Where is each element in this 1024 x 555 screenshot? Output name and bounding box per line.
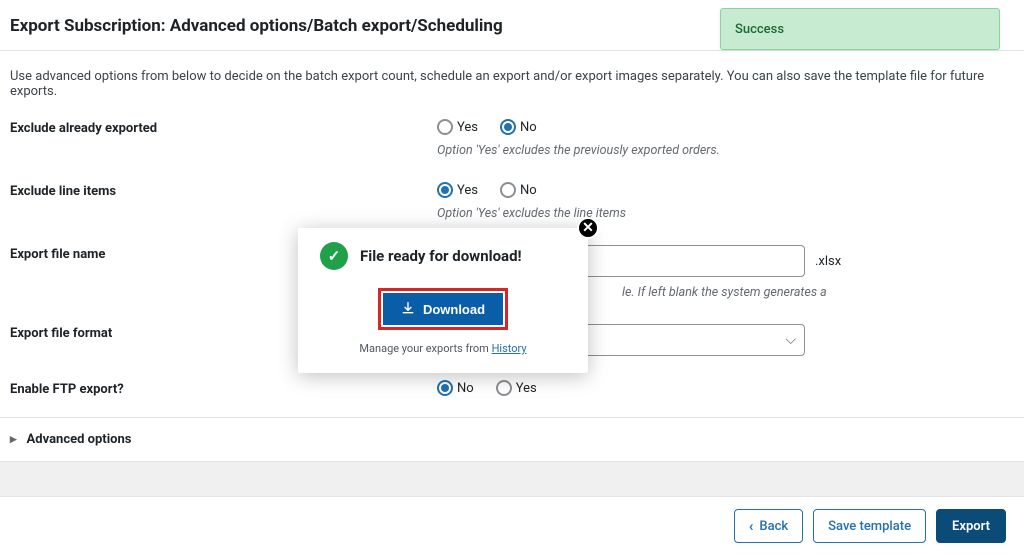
toast-text: Success bbox=[735, 22, 784, 37]
label-exclude-line-items: Exclude line items bbox=[10, 182, 437, 199]
save-label: Save template bbox=[828, 519, 911, 534]
intro-text: Use advanced options from below to decid… bbox=[0, 51, 1024, 99]
radio-icon bbox=[496, 380, 512, 396]
field-exclude-line-items: Exclude line items Yes No Option 'Yes' e… bbox=[10, 168, 1014, 231]
radio-ftp-no[interactable]: No bbox=[437, 380, 474, 396]
radio-icon bbox=[437, 182, 453, 198]
radio-exclude-exported-yes[interactable]: Yes bbox=[437, 119, 478, 135]
check-circle-icon: ✓ bbox=[320, 242, 348, 270]
radio-exclude-exported-no[interactable]: No bbox=[500, 119, 537, 135]
page-title: Export Subscription: Advanced options/Ba… bbox=[10, 16, 503, 36]
radio-icon bbox=[500, 182, 516, 198]
history-link[interactable]: History bbox=[492, 342, 527, 355]
radio-exclude-line-yes[interactable]: Yes bbox=[437, 182, 478, 198]
download-icon bbox=[401, 301, 415, 318]
chevron-down-icon: ⌵ bbox=[785, 332, 796, 348]
modal-title: File ready for download! bbox=[360, 247, 522, 265]
download-button[interactable]: Download bbox=[383, 293, 503, 325]
back-label: Back bbox=[759, 519, 788, 534]
radio-label: No bbox=[457, 381, 474, 396]
export-label: Export bbox=[952, 519, 990, 534]
manage-prefix: Manage your exports from bbox=[359, 342, 491, 355]
filename-ext: .xlsx bbox=[815, 254, 841, 269]
advanced-options-label: Advanced options bbox=[27, 432, 132, 447]
radio-label: Yes bbox=[457, 120, 478, 135]
success-toast: Success bbox=[720, 8, 1000, 50]
radio-label: Yes bbox=[516, 381, 537, 396]
radio-label: No bbox=[520, 120, 537, 135]
radio-exclude-line-no[interactable]: No bbox=[500, 182, 537, 198]
modal-footer-text: Manage your exports from History bbox=[320, 342, 566, 355]
chevron-left-icon: ‹ bbox=[749, 517, 754, 535]
label-exclude-exported: Exclude already exported bbox=[10, 119, 437, 136]
help-exclude-exported: Option 'Yes' excludes the previously exp… bbox=[437, 143, 1014, 158]
radio-icon bbox=[500, 119, 516, 135]
save-template-button[interactable]: Save template bbox=[813, 509, 926, 543]
download-label: Download bbox=[423, 302, 485, 317]
radio-icon bbox=[437, 380, 453, 396]
help-exclude-line-items: Option 'Yes' excludes the line items bbox=[437, 206, 1014, 221]
label-ftp: Enable FTP export? bbox=[10, 380, 437, 397]
field-exclude-exported: Exclude already exported Yes No Option '… bbox=[10, 105, 1014, 168]
close-button[interactable]: ✕ bbox=[577, 217, 599, 239]
close-icon: ✕ bbox=[582, 220, 594, 236]
download-highlight: Download bbox=[378, 288, 508, 330]
footer-bar: ‹ Back Save template Export bbox=[0, 496, 1024, 555]
radio-label: Yes bbox=[457, 183, 478, 198]
advanced-options-toggle[interactable]: ▸ Advanced options bbox=[0, 417, 1024, 462]
radio-icon bbox=[437, 119, 453, 135]
radio-label: No bbox=[520, 183, 537, 198]
back-button[interactable]: ‹ Back bbox=[734, 509, 803, 543]
export-button[interactable]: Export bbox=[936, 509, 1006, 543]
download-modal: ✕ ✓ File ready for download! Download Ma… bbox=[298, 228, 588, 373]
radio-ftp-yes[interactable]: Yes bbox=[496, 380, 537, 396]
caret-right-icon: ▸ bbox=[10, 432, 17, 447]
